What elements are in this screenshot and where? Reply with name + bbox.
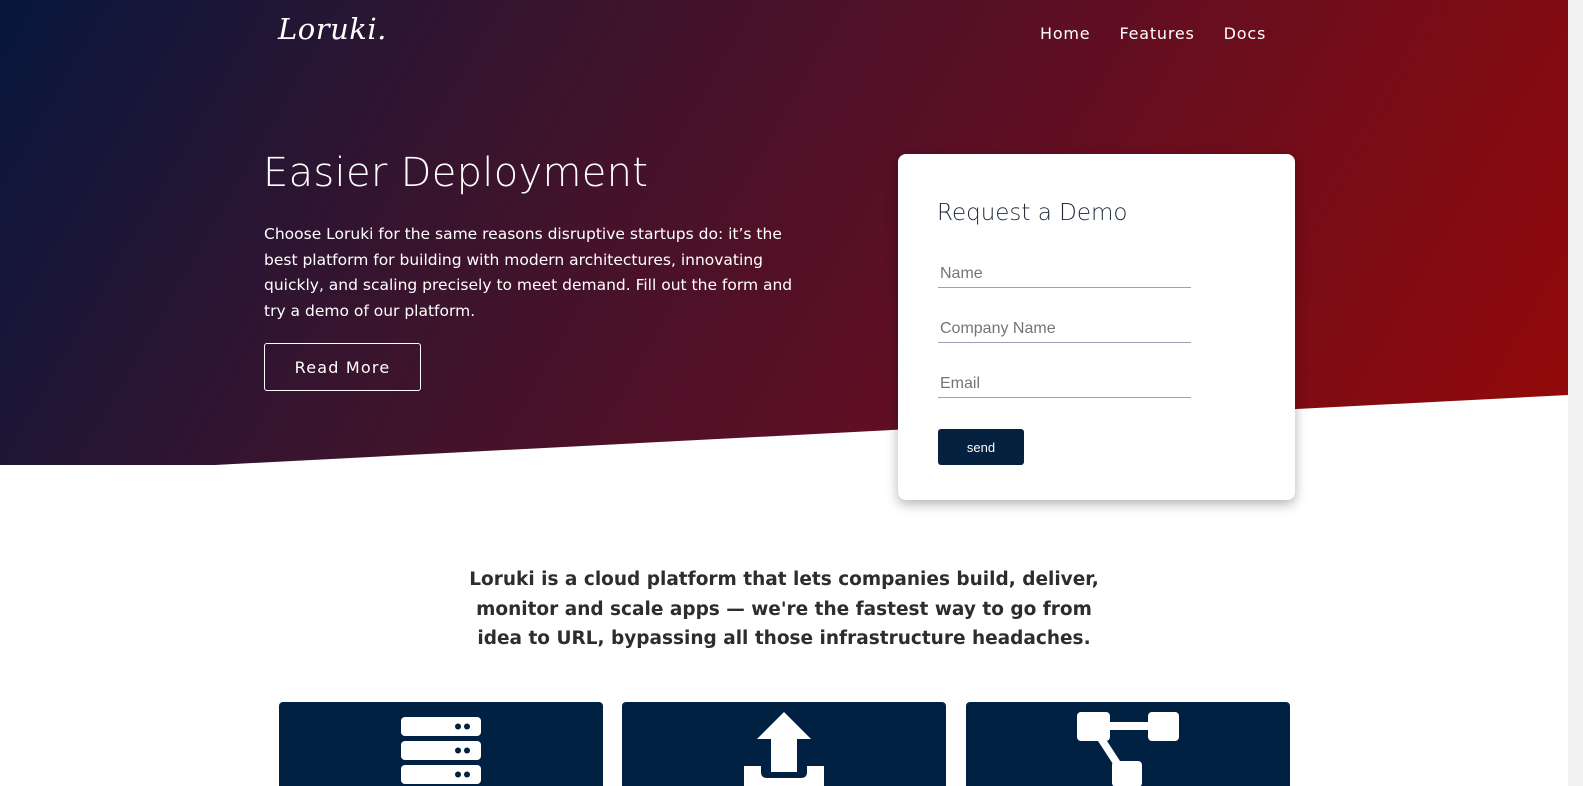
site-logo[interactable]: Loruki. xyxy=(278,12,387,46)
nav-features-link[interactable]: Features xyxy=(1119,24,1194,43)
read-more-button[interactable]: Read More xyxy=(264,343,421,391)
feature-card-server xyxy=(279,702,603,786)
vertical-scrollbar[interactable] xyxy=(1568,0,1583,786)
main-nav: Home Features Docs xyxy=(1040,24,1266,43)
nav-docs-link[interactable]: Docs xyxy=(1224,24,1266,43)
hero-title: Easier Deployment xyxy=(263,150,649,196)
server-icon xyxy=(401,717,481,784)
network-icon xyxy=(1077,712,1179,786)
request-demo-card: Request a Demo send xyxy=(898,154,1295,500)
feature-card-upload xyxy=(622,702,946,786)
hero-description: Choose Loruki for the same reasons disru… xyxy=(264,225,793,320)
page: Loruki. Home Features Docs Easier Deploy… xyxy=(0,0,1568,786)
request-demo-title: Request a Demo xyxy=(937,200,1128,226)
name-input[interactable] xyxy=(938,260,1191,288)
feature-card-network xyxy=(966,702,1290,786)
send-button[interactable]: send xyxy=(938,429,1024,465)
upload-icon xyxy=(744,712,824,786)
email-input[interactable] xyxy=(938,370,1191,398)
nav-home-link[interactable]: Home xyxy=(1040,24,1090,43)
company-name-input[interactable] xyxy=(938,315,1191,343)
platform-tagline: Loruki is a cloud platform that lets com… xyxy=(469,569,1099,649)
